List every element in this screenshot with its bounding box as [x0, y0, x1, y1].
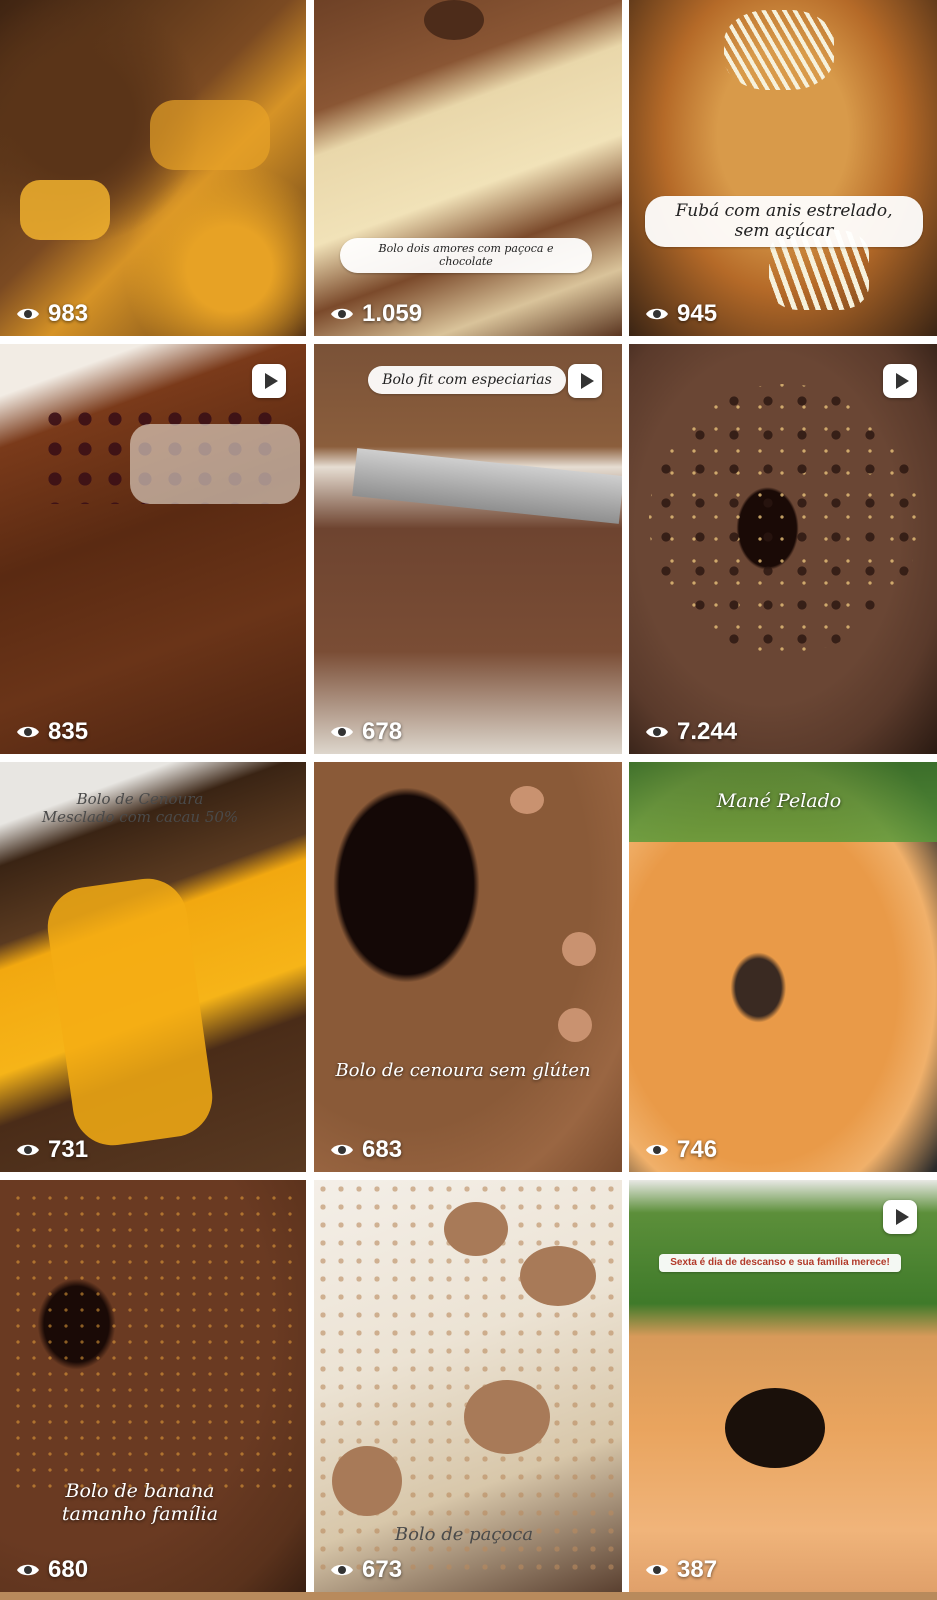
- post-tile-2[interactable]: Bolo dois amores com paçoca e chocolate …: [314, 0, 622, 336]
- view-count-text: 7.244: [677, 718, 738, 745]
- view-count: 945: [645, 300, 717, 328]
- post-caption: Bolo de paçoca: [394, 1524, 534, 1545]
- post-tile-5[interactable]: Bolo fit com especiarias 678: [314, 344, 622, 754]
- view-count-text: 746: [677, 1136, 718, 1163]
- view-count: 746: [645, 1136, 717, 1164]
- view-count-text: 835: [48, 718, 89, 745]
- post-tile-6[interactable]: 7.244: [629, 344, 937, 754]
- next-row-peek: [0, 1592, 937, 1600]
- post-caption: Bolo dois amores com paçoca e chocolate: [340, 238, 592, 274]
- eye-icon: [331, 1144, 353, 1156]
- post-tile-10[interactable]: Bolo de banana tamanho família 680: [0, 1180, 306, 1592]
- reel-play-icon: [252, 364, 286, 398]
- view-count-text: 731: [48, 1136, 89, 1163]
- view-count: 7.244: [645, 718, 737, 746]
- post-caption: Fubá com anis estrelado, sem açúcar: [645, 196, 923, 248]
- eye-icon: [331, 308, 353, 320]
- view-count-text: 683: [362, 1136, 403, 1163]
- reel-play-icon: [883, 364, 917, 398]
- post-tile-3[interactable]: Fubá com anis estrelado, sem açúcar 945: [629, 0, 937, 336]
- eye-icon: [17, 1564, 39, 1576]
- post-caption: Bolo fit com especiarias: [368, 366, 566, 395]
- view-count: 678: [330, 718, 402, 746]
- post-caption: Mané Pelado: [716, 790, 842, 812]
- view-count-text: 680: [48, 1556, 89, 1583]
- post-tile-11[interactable]: Bolo de paçoca 673: [314, 1180, 622, 1592]
- eye-icon: [17, 308, 39, 320]
- post-tile-8[interactable]: Bolo de cenoura sem glúten 683: [314, 762, 622, 1172]
- view-count: 1.059: [330, 300, 422, 328]
- view-count: 680: [16, 1556, 88, 1584]
- view-count: 731: [16, 1136, 88, 1164]
- post-tile-1[interactable]: 983: [0, 0, 306, 336]
- reel-play-icon: [883, 1200, 917, 1234]
- eye-icon: [17, 1144, 39, 1156]
- view-count-text: 678: [362, 718, 403, 745]
- view-count: 387: [645, 1556, 717, 1584]
- post-tile-9[interactable]: Mané Pelado 746: [629, 762, 937, 1172]
- eye-icon: [331, 1564, 353, 1576]
- post-caption: Bolo de banana tamanho família: [61, 1480, 219, 1525]
- eye-icon: [646, 1144, 668, 1156]
- view-count: 835: [16, 718, 88, 746]
- post-caption: Sexta é dia de descanso e sua família me…: [659, 1254, 901, 1272]
- view-count: 983: [16, 300, 88, 328]
- view-count-text: 945: [677, 300, 718, 327]
- view-count-text: 1.059: [362, 300, 423, 327]
- post-tile-7[interactable]: Bolo de Cenoura Mesclado com cacau 50% 7…: [0, 762, 306, 1172]
- eye-icon: [331, 726, 353, 738]
- view-count-text: 983: [48, 300, 89, 327]
- eye-icon: [646, 726, 668, 738]
- post-grid: 983 Bolo dois amores com paçoca e chocol…: [0, 0, 937, 1600]
- reel-play-icon: [568, 364, 602, 398]
- view-count: 683: [330, 1136, 402, 1164]
- eye-icon: [646, 1564, 668, 1576]
- view-count-text: 387: [677, 1556, 718, 1583]
- eye-icon: [17, 726, 39, 738]
- post-tile-12[interactable]: Sexta é dia de descanso e sua família me…: [629, 1180, 937, 1592]
- view-count-text: 673: [362, 1556, 403, 1583]
- post-caption: Bolo de Cenoura Mesclado com cacau 50%: [41, 790, 239, 826]
- post-tile-4[interactable]: 835: [0, 344, 306, 754]
- view-count: 673: [330, 1556, 402, 1584]
- post-caption: Bolo de cenoura sem glúten: [335, 1060, 591, 1081]
- eye-icon: [646, 308, 668, 320]
